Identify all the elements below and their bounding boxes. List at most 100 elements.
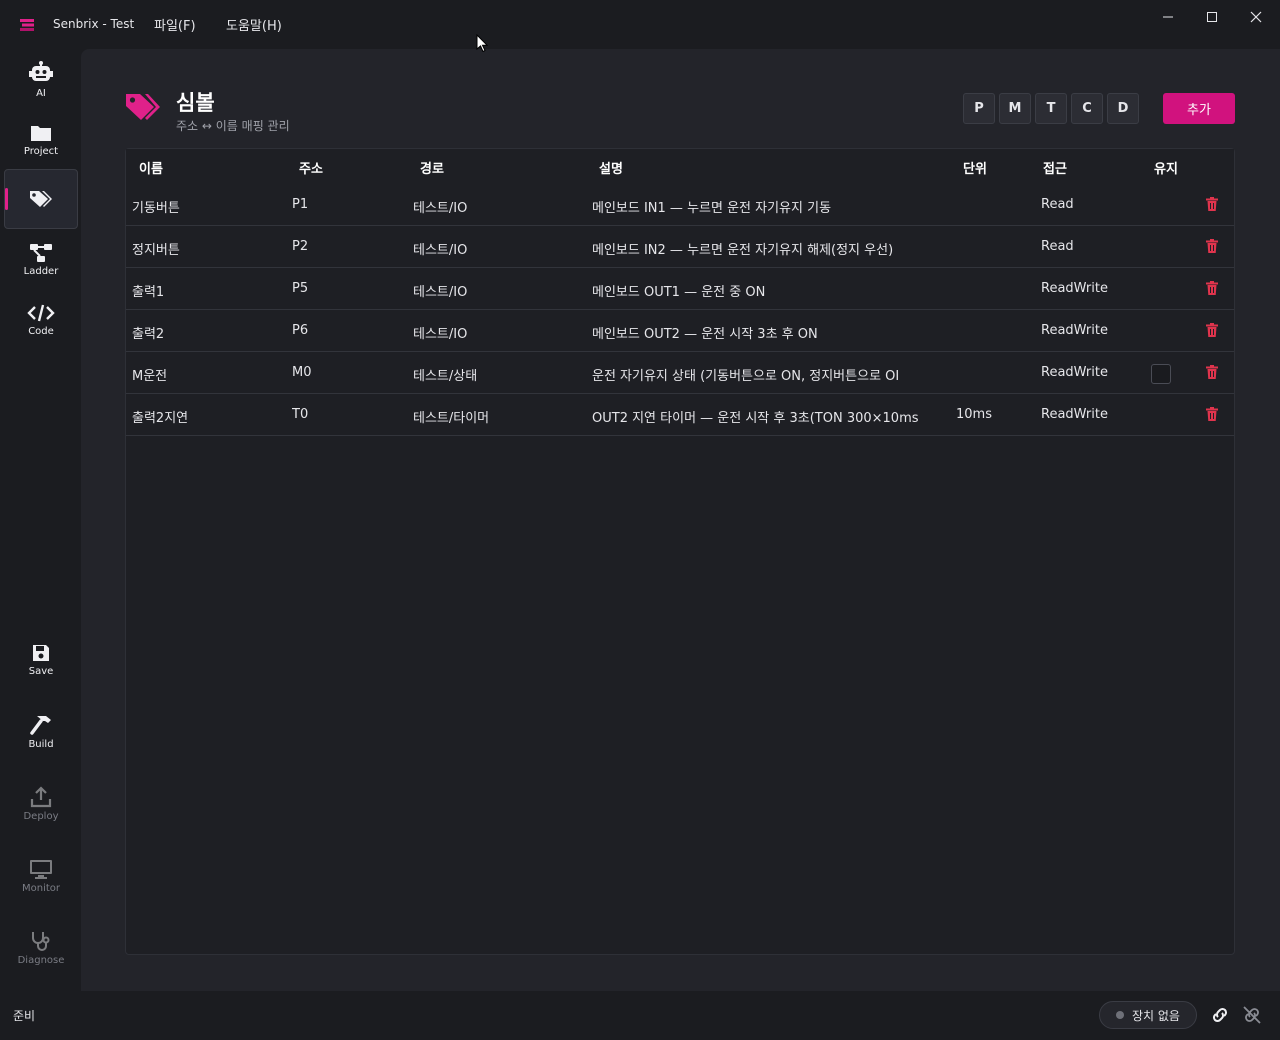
minimize-button[interactable] xyxy=(1150,4,1186,30)
cell-description[interactable]: OUT2 지연 타이머 — 운전 시작 후 3초(TON 300×10ms xyxy=(592,407,948,426)
retain-checkbox[interactable] xyxy=(1151,364,1171,384)
unlink-icon[interactable] xyxy=(1242,1006,1262,1024)
column-header-unit[interactable]: 단위 xyxy=(963,158,987,177)
cell-name[interactable]: 기동버튼 xyxy=(132,197,180,216)
cell-address[interactable]: P5 xyxy=(292,281,308,296)
table-row[interactable]: 기동버튼 P1 테스트/IO 메인보드 IN1 — 누르면 운전 자기유지 기동 Rea… xyxy=(126,184,1234,226)
filter-m-button[interactable]: M xyxy=(999,93,1031,124)
cell-description[interactable]: 운전 자기유지 상태 (기동버튼으로 ON, 정지버튼으로 OI xyxy=(592,365,948,384)
table-row[interactable]: 출력2지연 T0 테스트/타이머 OUT2 지연 타이머 — 운전 시작 후 3초(T… xyxy=(126,394,1234,436)
sidebar-item-symbols[interactable] xyxy=(4,169,78,229)
sidebar-item-label: Monitor xyxy=(21,883,60,894)
cell-name[interactable]: 출력2지연 xyxy=(132,407,188,426)
column-header-access[interactable]: 접근 xyxy=(1043,158,1067,177)
sidebar-item-ai[interactable]: AI xyxy=(4,50,78,110)
cell-access[interactable]: ReadWrite xyxy=(1041,407,1108,422)
delete-row-button[interactable] xyxy=(1206,281,1218,299)
menu-file[interactable]: 파일(F) xyxy=(154,15,196,34)
cell-address[interactable]: P2 xyxy=(292,239,308,254)
device-status-badge[interactable]: 장치 없음 xyxy=(1099,1001,1197,1029)
delete-row-button[interactable] xyxy=(1206,365,1218,383)
sidebar-item-ladder[interactable]: Ladder xyxy=(4,230,78,290)
stethoscope-icon xyxy=(32,932,50,951)
monitor-icon xyxy=(30,860,52,879)
table-row[interactable]: 출력2 P6 테스트/IO 메인보드 OUT2 — 운전 시작 3초 후 ON Read… xyxy=(126,310,1234,352)
column-header-address[interactable]: 주소 xyxy=(299,158,323,177)
cell-name[interactable]: M운전 xyxy=(132,365,167,384)
cell-unit[interactable]: 10ms xyxy=(956,407,992,422)
status-dot-icon xyxy=(1116,1011,1124,1019)
upload-icon xyxy=(30,786,52,808)
sidebar-item-label: Project xyxy=(23,146,59,157)
table-row[interactable]: 정지버튼 P2 테스트/IO 메인보드 IN2 — 누르면 운전 자기유지 해제(정지… xyxy=(126,226,1234,268)
cell-name[interactable]: 출력2 xyxy=(132,323,164,342)
cell-address[interactable]: M0 xyxy=(292,365,312,380)
trash-icon xyxy=(1206,281,1218,295)
cell-path[interactable]: 테스트/IO xyxy=(413,239,467,258)
cell-path[interactable]: 테스트/상태 xyxy=(413,365,477,384)
cell-description[interactable]: 메인보드 OUT1 — 운전 중 ON xyxy=(592,281,948,300)
app-title: Senbrix - Test xyxy=(53,17,135,31)
cell-name[interactable]: 출력1 xyxy=(132,281,164,300)
delete-row-button[interactable] xyxy=(1206,197,1218,215)
mouse-cursor-icon xyxy=(476,34,488,52)
column-header-name[interactable]: 이름 xyxy=(139,158,163,177)
ladder-diagram-icon xyxy=(30,244,52,262)
column-header-retain[interactable]: 유지 xyxy=(1154,158,1178,177)
maximize-icon xyxy=(1207,12,1217,22)
sidebar-item-monitor[interactable]: Monitor xyxy=(4,846,78,906)
maximize-button[interactable] xyxy=(1194,4,1230,30)
cell-address[interactable]: P6 xyxy=(292,323,308,338)
sidebar-item-label: Code xyxy=(28,326,54,337)
cell-name[interactable]: 정지버튼 xyxy=(132,239,180,258)
table-row[interactable]: 출력1 P5 테스트/IO 메인보드 OUT1 — 운전 중 ON ReadWrite xyxy=(126,268,1234,310)
cell-address[interactable]: T0 xyxy=(292,407,308,422)
cell-description[interactable]: 메인보드 IN1 — 누르면 운전 자기유지 기동 xyxy=(592,197,948,216)
cell-path[interactable]: 테스트/IO xyxy=(413,281,467,300)
column-header-description[interactable]: 설명 xyxy=(599,158,623,177)
menu-help[interactable]: 도움말(H) xyxy=(226,15,282,34)
cell-path[interactable]: 테스트/IO xyxy=(413,197,467,216)
table-row[interactable]: M운전 M0 테스트/상태 운전 자기유지 상태 (기동버튼으로 ON, 정지버튼으로… xyxy=(126,352,1234,394)
sidebar-item-deploy[interactable]: Deploy xyxy=(4,774,78,834)
add-symbol-button[interactable]: 추가 xyxy=(1163,93,1235,124)
delete-row-button[interactable] xyxy=(1206,323,1218,341)
sidebar-item-label: Deploy xyxy=(23,811,59,822)
column-header-path[interactable]: 경로 xyxy=(420,158,444,177)
symbol-table: 이름 주소 경로 설명 단위 접근 유지 기동버튼 P1 테스트/IO 메인보드 IN… xyxy=(125,148,1235,955)
delete-row-button[interactable] xyxy=(1206,407,1218,425)
page-subtitle: 주소 ↔ 이름 매핑 관리 xyxy=(176,119,290,133)
close-button[interactable] xyxy=(1238,4,1274,30)
cell-access[interactable]: Read xyxy=(1041,197,1074,212)
sidebar-item-diagnose[interactable]: Diagnose xyxy=(4,918,78,978)
cell-access[interactable]: ReadWrite xyxy=(1041,323,1108,338)
cell-path[interactable]: 테스트/IO xyxy=(413,323,467,342)
trash-icon xyxy=(1206,407,1218,421)
cell-path[interactable]: 테스트/타이머 xyxy=(413,407,489,426)
cell-access[interactable]: ReadWrite xyxy=(1041,365,1108,380)
sidebar-item-project[interactable]: Project xyxy=(4,110,78,170)
cell-address[interactable]: P1 xyxy=(292,197,308,212)
cell-access[interactable]: Read xyxy=(1041,239,1074,254)
table-header: 이름 주소 경로 설명 단위 접근 유지 xyxy=(126,149,1234,184)
cell-description[interactable]: 메인보드 OUT2 — 운전 시작 3초 후 ON xyxy=(592,323,948,342)
cell-description[interactable]: 메인보드 IN2 — 누르면 운전 자기유지 해제(정지 우선) xyxy=(592,239,948,258)
page-title: 심볼 xyxy=(176,91,215,115)
sidebar-item-label: Diagnose xyxy=(17,955,65,966)
sidebar-item-label: Build xyxy=(28,739,54,750)
filter-c-button[interactable]: C xyxy=(1071,93,1103,124)
filter-t-button[interactable]: T xyxy=(1035,93,1067,124)
delete-row-button[interactable] xyxy=(1206,239,1218,257)
link-icon[interactable] xyxy=(1210,1006,1230,1024)
main-panel: 심볼 주소 ↔ 이름 매핑 관리 P M T C D 추가 이름 주소 경로 설… xyxy=(81,49,1280,991)
cell-access[interactable]: ReadWrite xyxy=(1041,281,1108,296)
robot-icon xyxy=(29,61,53,81)
filter-p-button[interactable]: P xyxy=(963,93,995,124)
code-icon xyxy=(27,304,55,322)
sidebar-item-build[interactable]: Build xyxy=(4,702,78,762)
filter-d-button[interactable]: D xyxy=(1107,93,1139,124)
title-bar: Senbrix - Test 파일(F) 도움말(H) xyxy=(0,0,1280,49)
sidebar-item-code[interactable]: Code xyxy=(4,290,78,350)
sidebar-item-save[interactable]: Save xyxy=(4,630,78,690)
device-status-label: 장치 없음 xyxy=(1132,1008,1180,1023)
